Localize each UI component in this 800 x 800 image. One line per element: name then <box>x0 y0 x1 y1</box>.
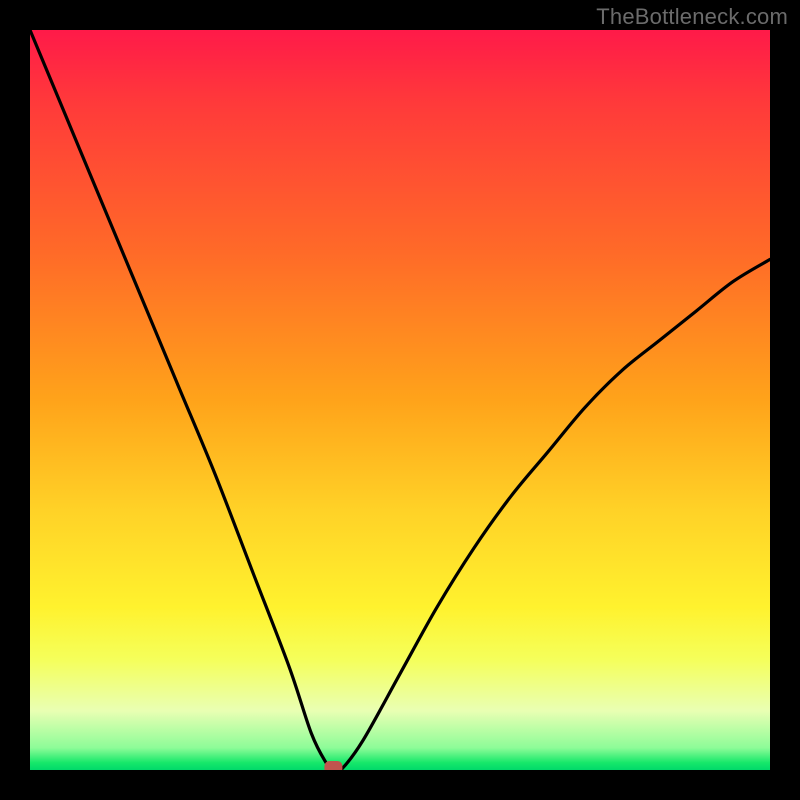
chart-svg <box>30 30 770 770</box>
minimum-marker <box>324 761 342 770</box>
chart-frame: TheBottleneck.com <box>0 0 800 800</box>
plot-area <box>30 30 770 770</box>
bottleneck-curve <box>30 30 770 770</box>
watermark-label: TheBottleneck.com <box>596 4 788 30</box>
